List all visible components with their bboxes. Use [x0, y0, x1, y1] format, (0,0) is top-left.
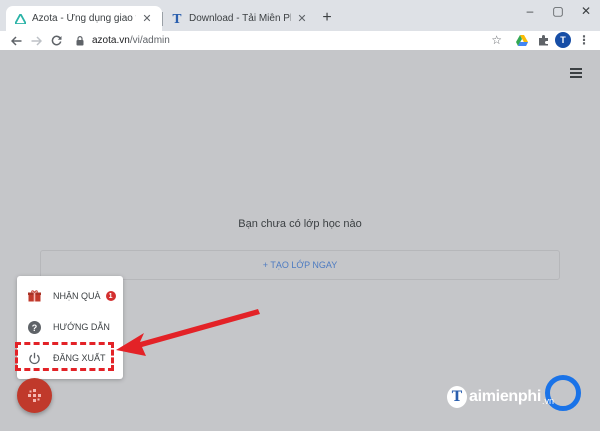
google-drive-icon[interactable] — [514, 32, 530, 48]
extensions-puzzle-icon[interactable] — [535, 32, 551, 48]
watermark-text: aimienphi — [469, 388, 541, 405]
annotation-arrow-icon — [116, 309, 260, 356]
browser-toolbar: azota.vn/vi/admin ☆ — [0, 31, 600, 50]
azota-favicon-icon — [14, 13, 26, 25]
menu-item-label: HƯỚNG DẪN — [53, 322, 110, 332]
tab-title: Azota - Ứng dụng giao và chấm l — [32, 13, 136, 24]
profile-avatar[interactable]: T — [555, 32, 571, 48]
empty-state-message: Bạn chưa có lớp học nào — [238, 218, 362, 230]
browser-menu-kebab-icon[interactable]: ⋮ — [576, 32, 592, 48]
watermark-tld: .vn — [541, 396, 554, 406]
list-view-icon[interactable] — [570, 68, 582, 78]
reload-icon[interactable] — [46, 32, 66, 50]
help-icon: ? — [27, 320, 41, 334]
taimienphi-watermark: T aimienphi .vn — [447, 385, 587, 409]
window-controls: – ▢ ✕ — [516, 0, 600, 22]
forward-arrow-icon[interactable] — [26, 32, 46, 50]
taimienphi-favicon-icon: T — [172, 11, 182, 26]
gift-icon — [27, 289, 41, 303]
new-tab-button[interactable]: + — [318, 9, 336, 27]
window-close-icon[interactable]: ✕ — [572, 0, 600, 22]
url-text: azota.vn/vi/admin — [92, 35, 170, 46]
menu-item-help[interactable]: ? HƯỚNG DẪN — [17, 312, 123, 342]
logout-highlight-box — [15, 342, 114, 371]
url-path: /vi/admin — [129, 35, 170, 46]
close-tab-icon[interactable]: ✕ — [295, 12, 309, 26]
tab-title: Download - Tải Miễn Phí VN - Pl — [189, 13, 291, 24]
svg-text:?: ? — [31, 323, 37, 333]
minimize-icon[interactable]: – — [516, 0, 544, 22]
menu-item-label: NHẬN QUÀ — [53, 291, 101, 301]
menu-grid-icon — [28, 389, 41, 402]
bookmark-star-icon[interactable]: ☆ — [491, 33, 502, 47]
maximize-icon[interactable]: ▢ — [544, 0, 572, 22]
watermark-logo: T — [447, 386, 467, 408]
close-tab-icon[interactable]: ✕ — [140, 12, 154, 26]
address-bar[interactable]: azota.vn/vi/admin ☆ — [74, 32, 504, 49]
tab-azota[interactable]: Azota - Ứng dụng giao và chấm l ✕ — [6, 6, 162, 31]
floating-menu-button[interactable] — [17, 378, 52, 413]
back-arrow-icon[interactable] — [6, 32, 26, 50]
menu-item-gifts[interactable]: NHẬN QUÀ 1 — [17, 281, 123, 311]
lock-icon — [74, 35, 86, 46]
tab-taimienphi[interactable]: T Download - Tải Miễn Phí VN - Pl ✕ — [163, 6, 317, 31]
tab-strip: Azota - Ứng dụng giao và chấm l ✕ T Down… — [0, 0, 600, 31]
url-host: azota.vn — [92, 35, 130, 46]
